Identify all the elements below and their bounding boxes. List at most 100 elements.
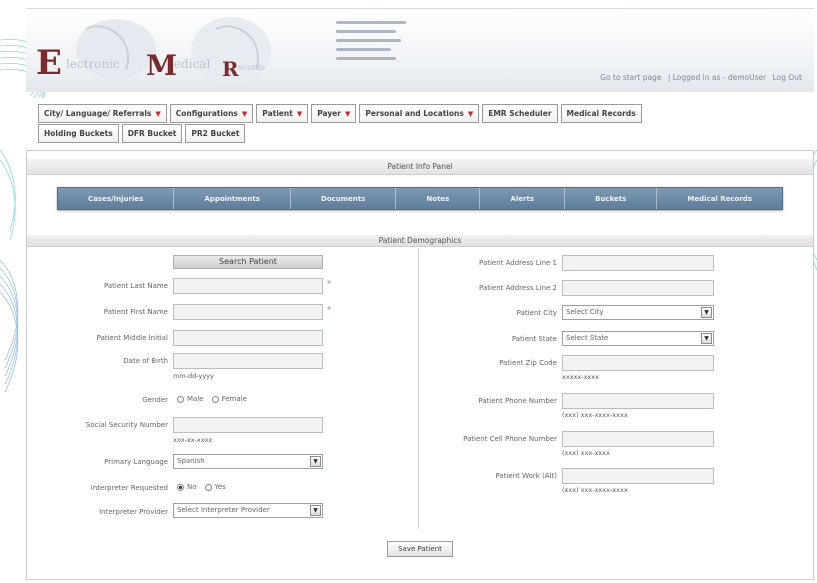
nav-label: Patient — [262, 109, 293, 118]
last-name-label: Patient Last Name — [103, 282, 168, 290]
emr-logo: E lectronic M edical R ecords — [26, 9, 326, 93]
cell-phone-format-hint: (xxx) xxx-xxxx — [562, 449, 610, 457]
ssn-input[interactable] — [173, 417, 323, 433]
nav-holding-buckets[interactable]: Holding Buckets — [38, 124, 119, 143]
demographics-title: Patient Demographics — [378, 236, 462, 245]
nav-label: Payer — [317, 109, 342, 118]
main-nav: City/ Language/ Referrals ▼ Configuration… — [26, 98, 814, 150]
dob-format-hint: mm-dd-yyyy — [173, 372, 214, 380]
nav-label: Personal and Locations — [365, 109, 464, 118]
demographics-bar: Patient Demographics — [27, 235, 813, 247]
radio-icon[interactable] — [204, 483, 212, 491]
required-marker: * — [327, 305, 331, 314]
nav-label: Holding Buckets — [44, 129, 113, 138]
caret-down-icon: ▼ — [155, 109, 161, 118]
save-patient-button[interactable]: Save Patient — [387, 541, 453, 557]
last-name-input[interactable] — [173, 278, 323, 294]
nav-label: DFR Bucket — [127, 129, 177, 138]
gender-male-option[interactable]: Male — [177, 395, 204, 403]
logo-letter-e: E — [36, 43, 62, 83]
nav-label: PR2 Bucket — [191, 129, 240, 138]
nav-medical-records[interactable]: Medical Records — [560, 104, 642, 123]
interpreter-yes-label: Yes — [214, 483, 226, 491]
nav-payer[interactable]: Payer ▼ — [311, 104, 357, 123]
city-selected: Select City — [566, 308, 604, 316]
cell-phone-input[interactable] — [562, 431, 714, 447]
dropdown-arrow-icon[interactable]: ▼ — [701, 333, 712, 344]
start-page-link[interactable]: Go to start page — [600, 73, 661, 82]
gender-radio-group: Male Female — [177, 395, 255, 403]
panel-title-bar: Patient Info Panel — [27, 159, 813, 175]
city-label: Patient City — [516, 309, 557, 317]
nav-personal-locations[interactable]: Personal and Locations ▼ — [359, 104, 480, 123]
gender-female-option[interactable]: Female — [211, 395, 247, 403]
required-marker: * — [327, 279, 331, 288]
tab-medical-records[interactable]: Medical Records — [657, 188, 782, 209]
search-patient-button[interactable]: Search Patient — [173, 255, 323, 269]
radio-selected-icon[interactable] — [177, 483, 184, 491]
nav-configurations[interactable]: Configurations ▼ — [169, 104, 254, 123]
zip-input[interactable] — [562, 355, 714, 371]
nav-pr2-bucket[interactable]: PR2 Bucket — [185, 124, 246, 143]
dob-input[interactable] — [173, 353, 323, 369]
tab-appointments[interactable]: Appointments — [174, 188, 291, 209]
tab-cases-injuries[interactable]: Cases/Injuries — [58, 188, 175, 209]
interpreter-provider-label: Interpreter Provider — [99, 508, 168, 516]
ssn-label: Social Security Number — [85, 421, 168, 429]
interpreter-label: Interpreter Requested — [90, 484, 168, 492]
logout-link[interactable]: Log Out — [773, 73, 802, 82]
logo-letter-m: M — [146, 49, 177, 82]
interpreter-yes-option[interactable]: Yes — [204, 483, 226, 491]
gender-female-label: Female — [221, 395, 247, 403]
patient-tabs: Cases/Injuries Appointments Documents No… — [57, 187, 783, 210]
phone-label: Patient Phone Number — [478, 397, 557, 405]
provider-selected: Select Interpreter Provider — [177, 506, 270, 514]
gender-label: Gender — [142, 396, 168, 404]
city-select[interactable]: Select City ▼ — [562, 305, 714, 320]
nav-patient[interactable]: Patient ▼ — [256, 104, 309, 123]
tab-documents[interactable]: Documents — [291, 188, 397, 209]
address1-input[interactable] — [562, 255, 714, 271]
first-name-label: Patient First Name — [103, 308, 168, 316]
nav-label: City/ Language/ Referrals — [44, 109, 152, 118]
address1-label: Patient Address Line 1 — [479, 259, 557, 267]
nav-emr-scheduler[interactable]: EMR Scheduler — [482, 104, 558, 123]
state-label: Patient State — [511, 335, 557, 343]
interpreter-no-option[interactable]: No — [177, 483, 197, 491]
radio-icon[interactable] — [177, 395, 184, 403]
interpreter-provider-select[interactable]: Select Interpreter Provider ▼ — [173, 503, 323, 518]
first-name-input[interactable] — [173, 304, 323, 320]
logo-word-m: edical — [174, 57, 211, 71]
middle-initial-input[interactable] — [173, 330, 323, 346]
ssn-format-hint: xxx-xx-xxxx — [173, 436, 213, 444]
dropdown-arrow-icon[interactable]: ▼ — [701, 307, 712, 318]
tab-alerts[interactable]: Alerts — [480, 188, 566, 209]
panel-title: Patient Info Panel — [387, 162, 453, 171]
dropdown-arrow-icon[interactable]: ▼ — [310, 505, 321, 516]
caret-down-icon: ▼ — [467, 109, 474, 118]
work-phone-input[interactable] — [562, 468, 714, 484]
caret-down-icon: ▼ — [296, 109, 303, 118]
tab-notes[interactable]: Notes — [396, 188, 481, 209]
top-links: Go to start page | Logged in as - demoUs… — [596, 73, 802, 82]
nav-city-language-referrals[interactable]: City/ Language/ Referrals ▼ — [38, 104, 167, 123]
zip-format-hint: xxxxx-xxxx — [562, 373, 599, 381]
address2-input[interactable] — [562, 280, 714, 296]
state-select[interactable]: Select State ▼ — [562, 331, 714, 346]
app-header: E lectronic M edical R ecords Go to star… — [26, 8, 814, 92]
logo-word-r: ecords — [238, 63, 266, 72]
interpreter-radio-group: No Yes — [177, 483, 234, 491]
nav-dfr-bucket[interactable]: DFR Bucket — [121, 124, 183, 143]
phone-input[interactable] — [562, 393, 714, 409]
language-select[interactable]: Spanish ▼ — [173, 454, 323, 469]
tab-buckets[interactable]: Buckets — [565, 188, 658, 209]
state-selected: Select State — [566, 334, 609, 342]
interpreter-no-label: No — [187, 483, 197, 491]
dob-label: Date of Birth — [123, 357, 168, 365]
dropdown-arrow-icon[interactable]: ▼ — [310, 456, 321, 467]
address2-label: Patient Address Line 2 — [479, 284, 557, 292]
phone-format-hint: (xxx) xxx-xxxx-xxxx — [562, 411, 628, 419]
nav-row-2: Holding Buckets DFR Bucket PR2 Bucket — [38, 124, 248, 143]
radio-icon[interactable] — [211, 395, 219, 403]
logo-letter-r: R — [222, 57, 239, 81]
